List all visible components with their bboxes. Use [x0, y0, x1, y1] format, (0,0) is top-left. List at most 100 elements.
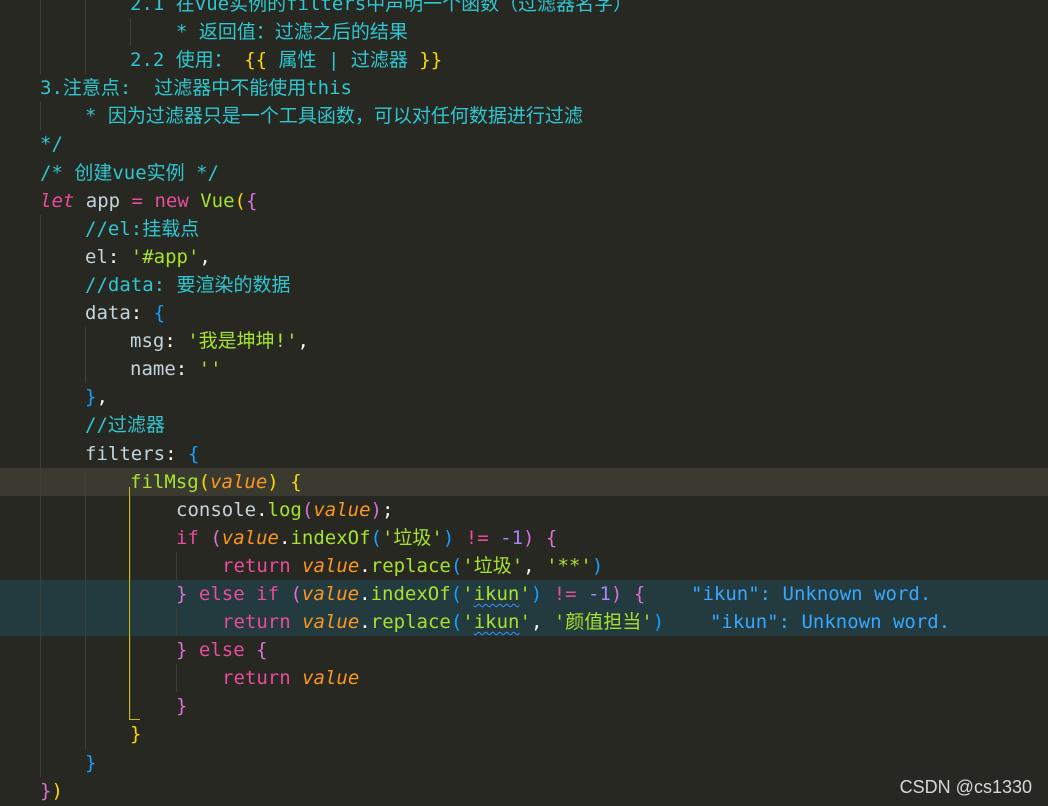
indent-guide	[130, 18, 131, 47]
code-token: filters	[85, 442, 166, 465]
indent-guide	[40, 495, 41, 524]
code-line[interactable]: 3.注意点: 过滤器中不能使用this	[0, 74, 1048, 102]
code-line[interactable]: 2.1 在vue实例的filters中声明一个函数（过滤器名字）	[0, 0, 1048, 19]
code-editor[interactable]: 2.1 在vue实例的filters中声明一个函数（过滤器名字） * 返回值：过滤…	[0, 0, 1048, 805]
indent-guide	[40, 327, 41, 356]
code-line[interactable]: msg: '我是坤坤!',	[0, 327, 1048, 356]
code-token: (	[370, 526, 382, 549]
indent-guide	[40, 383, 41, 412]
code-line[interactable]: }	[0, 720, 1048, 749]
code-token: {{	[244, 49, 268, 72]
code-line[interactable]: return value	[0, 664, 1048, 693]
code-token: :	[130, 302, 154, 325]
code-line[interactable]: * 返回值：过滤之后的结果	[0, 18, 1048, 47]
code-line[interactable]: //过滤器	[0, 411, 1048, 440]
code-token: log	[267, 498, 302, 521]
code-line[interactable]: data: {	[0, 299, 1048, 328]
code-token: !=	[553, 582, 577, 605]
code-token: '颜值担当'	[553, 611, 653, 634]
code-token: '	[462, 582, 474, 605]
code-line[interactable]: * 因为过滤器只是一个工具函数，可以对任何数据进行过滤	[0, 102, 1048, 131]
code-token: )	[370, 498, 382, 521]
code-line[interactable]: })	[0, 777, 1048, 805]
code-line[interactable]: return value.replace('ikun', '颜值担当') "ik…	[0, 608, 1048, 637]
code-token: value	[221, 526, 279, 549]
code-token: //data: 要渲染的数据	[85, 273, 291, 296]
code-token: :	[165, 442, 188, 465]
indent-guide	[85, 467, 86, 496]
code-token: return	[222, 611, 291, 634]
code-line[interactable]: }	[0, 692, 1048, 721]
code-line[interactable]: //el:挂载点	[0, 214, 1048, 243]
code-token: '**'	[546, 554, 592, 577]
code-line[interactable]: name: ''	[0, 355, 1048, 384]
code-line[interactable]: } else if (value.indexOf('ikun') != -1) …	[0, 579, 1048, 609]
code-token: */	[40, 133, 63, 156]
code-token: {	[545, 526, 558, 549]
indent-guide	[85, 327, 86, 356]
code-token: (	[450, 611, 463, 634]
code-line[interactable]: filters: {	[0, 439, 1048, 468]
code-token: value	[301, 582, 360, 605]
code-line[interactable]: filMsg(value) {	[0, 467, 1048, 496]
code-token: (	[301, 498, 314, 521]
code-token: (	[210, 526, 222, 549]
code-token: '	[519, 611, 531, 634]
code-token: }	[176, 582, 188, 605]
indent-guide	[40, 523, 41, 552]
code-token: 2.2 使用：	[130, 49, 245, 72]
code-token: :	[175, 358, 199, 381]
code-token: :	[107, 245, 131, 268]
code-line[interactable]: console.log(value);	[0, 495, 1048, 524]
indent-guide	[85, 579, 86, 609]
code-line[interactable]: },	[0, 383, 1048, 412]
code-line[interactable]: /* 创建vue实例 */	[0, 159, 1048, 187]
code-line[interactable]: let app = new Vue({	[0, 187, 1048, 215]
indent-guide	[85, 692, 86, 721]
indent-guide	[40, 18, 41, 47]
code-line[interactable]: } else {	[0, 636, 1048, 665]
indent-guide	[40, 664, 41, 693]
code-token: }	[130, 723, 142, 746]
code-token: {	[187, 442, 200, 465]
code-line[interactable]: return value.replace('垃圾', '**')	[0, 551, 1048, 580]
code-token: * 因为过滤器只是一个工具函数，可以对任何数据进行过滤	[85, 105, 583, 128]
code-line[interactable]: el: '#app',	[0, 242, 1048, 271]
code-token: (	[290, 582, 302, 605]
code-line[interactable]: if (value.indexOf('垃圾') != -1) {	[0, 523, 1048, 552]
code-token: }	[85, 751, 97, 774]
indent-guide	[40, 579, 41, 609]
code-token: '#app'	[130, 245, 200, 268]
code-token: '	[462, 611, 474, 634]
watermark: CSDN @cs1330	[899, 777, 1032, 797]
code-token: //el:挂载点	[85, 217, 200, 240]
code-token: ,	[523, 554, 547, 577]
code-token: filMsg	[130, 470, 199, 493]
code-token: console	[176, 498, 257, 521]
code-token: ,	[530, 611, 554, 634]
code-token: value	[210, 470, 268, 493]
indent-guide	[85, 664, 86, 693]
code-token: new	[154, 189, 189, 212]
indent-guide	[40, 608, 41, 637]
code-token: {	[246, 189, 258, 212]
code-token: )	[591, 554, 604, 577]
indent-guide	[85, 636, 86, 665]
code-token: replace	[370, 554, 451, 577]
code-token: )	[652, 611, 665, 634]
code-line[interactable]: 2.2 使用： {{ 属性 | 过滤器 }}	[0, 46, 1048, 75]
code-token: msg	[130, 330, 165, 353]
code-token: ,	[199, 245, 211, 268]
code-token: if	[176, 526, 199, 549]
indent-guide	[176, 664, 177, 693]
code-line[interactable]: */	[0, 130, 1048, 158]
code-line[interactable]: }	[0, 748, 1048, 777]
code-line[interactable]: //data: 要渲染的数据	[0, 270, 1048, 300]
bracket-match-guide	[129, 487, 140, 720]
